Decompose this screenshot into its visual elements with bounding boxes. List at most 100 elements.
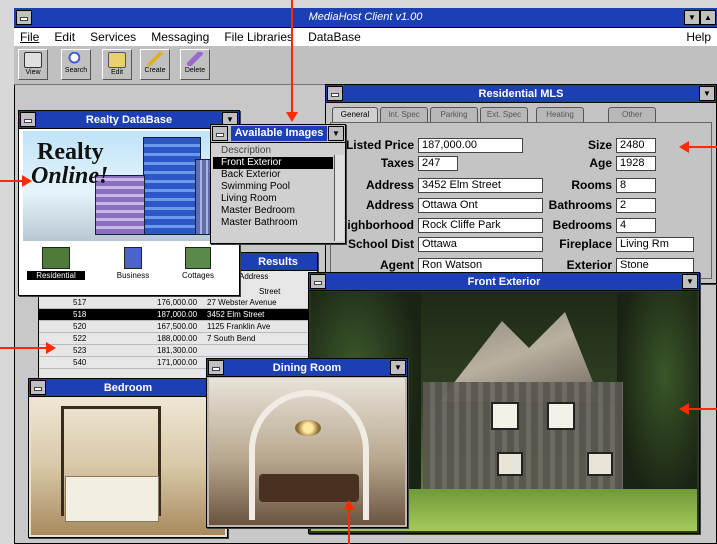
category-business-label: Business [116,271,150,280]
delete-button[interactable]: Delete [180,49,210,80]
annotation-arrowhead [343,500,355,510]
list-item[interactable]: Master Bathroom [213,217,333,229]
create-button[interactable]: Create [140,49,170,80]
window-menu-icon[interactable] [20,112,36,127]
bathrooms-label: Bathrooms [548,198,612,212]
window-pane [491,402,519,430]
exterior-label: Exterior [566,258,612,272]
window-minimize-icon[interactable]: ▼ [699,86,715,101]
view-icon [24,52,42,68]
results-titlebar: Results [239,253,317,271]
bedrooms-label: Bedrooms [552,218,612,232]
table-row[interactable]: 523 181,300.00 [39,345,317,357]
list-scrollbar[interactable] [334,155,344,241]
category-residential[interactable]: Residential [27,247,85,287]
school-district-field[interactable]: Ottawa [418,237,543,252]
window-pane [587,452,613,476]
category-business[interactable]: Business [105,247,161,287]
menu-file[interactable]: File [14,28,45,46]
notebook-icon [108,52,126,68]
annotation-arrow [0,180,24,182]
row-price: 187,000.00 [157,310,198,319]
realty-database-window: Realty DataBase ▼ Realty Online! Residen… [18,110,240,296]
table-row[interactable]: 517 176,000.00 27 Webster Avenue [39,297,317,309]
maximize-icon[interactable]: ▲ [700,10,716,25]
fireplace-field[interactable]: Living Rm [616,237,694,252]
view-button[interactable]: View [18,49,48,80]
list-item[interactable]: Back Exterior [213,169,333,181]
menu-database[interactable]: DataBase [302,28,367,46]
window-menu-icon[interactable] [30,380,46,395]
row-id: 518 [73,310,87,319]
address-field[interactable]: 3452 Elm Street [418,178,543,193]
dropdown-arrow-icon[interactable]: ▼ [328,126,344,141]
menu-file-libraries[interactable]: File Libraries [218,28,299,46]
address-city-field[interactable]: Ottawa Ont [418,198,543,213]
tab-heating[interactable]: Heating [536,107,584,123]
search-icon [68,52,84,66]
dining-room-title: Dining Room [272,362,342,374]
window-menu-icon[interactable] [208,360,224,375]
tab-ext-spec[interactable]: Ext. Spec [480,107,528,123]
table-row[interactable]: 522 188,000.00 7 South Bend [39,333,317,345]
search-button[interactable]: Search [61,49,91,80]
window-menu-icon[interactable] [310,274,326,289]
eraser-icon [187,52,203,66]
bedrooms-field[interactable]: 4 [616,218,656,233]
exterior-field[interactable]: Stone [616,258,694,273]
annotation-arrow [291,0,293,116]
rooms-label: Rooms [571,178,612,192]
realty-banner-image: Realty Online! [23,131,235,241]
menu-bar: File Edit Services Messaging File Librar… [14,28,717,47]
row-price: 167,500.00 [157,322,198,331]
agent-field[interactable]: Ron Watson [418,258,543,273]
bedroom-photo [31,398,225,535]
list-item[interactable]: Description [213,145,333,157]
realty-title: Realty DataBase [85,114,173,126]
menu-edit[interactable]: Edit [48,28,81,46]
table-row[interactable]: 520 167,500.00 1125 Franklin Ave [39,321,317,333]
window-menu-icon[interactable] [327,86,343,101]
list-item[interactable]: Master Bedroom [213,205,333,217]
tab-general[interactable]: General [332,107,378,123]
age-field[interactable]: 1928 [616,156,656,171]
results-address-header: Address [239,272,269,281]
row-id: 517 [73,298,87,307]
house-icon [42,247,70,269]
size-field[interactable]: 2480 [616,138,656,153]
list-item[interactable]: Swimming Pool [213,181,333,193]
row-address: 3452 Elm Street [207,310,265,319]
menu-help[interactable]: Help [680,28,717,46]
minimize-icon[interactable]: ▼ [684,10,700,25]
menu-messaging[interactable]: Messaging [145,28,215,46]
rooms-field[interactable]: 8 [616,178,656,193]
annotation-arrowhead [679,141,689,153]
menu-services[interactable]: Services [84,28,142,46]
edit-button[interactable]: Edit [102,49,132,80]
pencil-icon [147,52,163,66]
list-item-selected[interactable]: Front Exterior [213,157,333,169]
table-row-selected[interactable]: 518 187,000.00 3452 Elm Street [39,309,317,321]
window-menu-icon[interactable] [212,126,228,141]
logo-realty: Realty [37,139,104,165]
bathrooms-field[interactable]: 2 [616,198,656,213]
building-image [143,137,201,235]
dining-table [259,474,359,502]
toolbar: View Search Edit Create Delete [14,46,717,85]
listed-price-field[interactable]: 187,000.00 [418,138,523,153]
tab-other[interactable]: Other [608,107,656,123]
residential-mls-title: Residential MLS [478,88,564,100]
chandelier [295,420,321,436]
window-minimize-icon[interactable]: ▼ [390,360,406,375]
list-item[interactable]: Living Room [213,193,333,205]
category-cottages[interactable]: Cottages [169,247,227,287]
realty-titlebar: Realty DataBase ▼ [19,111,239,129]
available-images-window: Available Images ▼ Description Front Ext… [210,124,346,244]
row-price: 171,000.00 [157,358,198,367]
neighborhood-field[interactable]: Rock Cliffe Park [418,218,543,233]
taxes-field[interactable]: 247 [418,156,458,171]
tab-int-spec[interactable]: Int. Spec [380,107,428,123]
window-minimize-icon[interactable]: ▼ [682,274,698,289]
row-id: 523 [73,346,87,355]
tab-parking[interactable]: Parking [430,107,478,123]
